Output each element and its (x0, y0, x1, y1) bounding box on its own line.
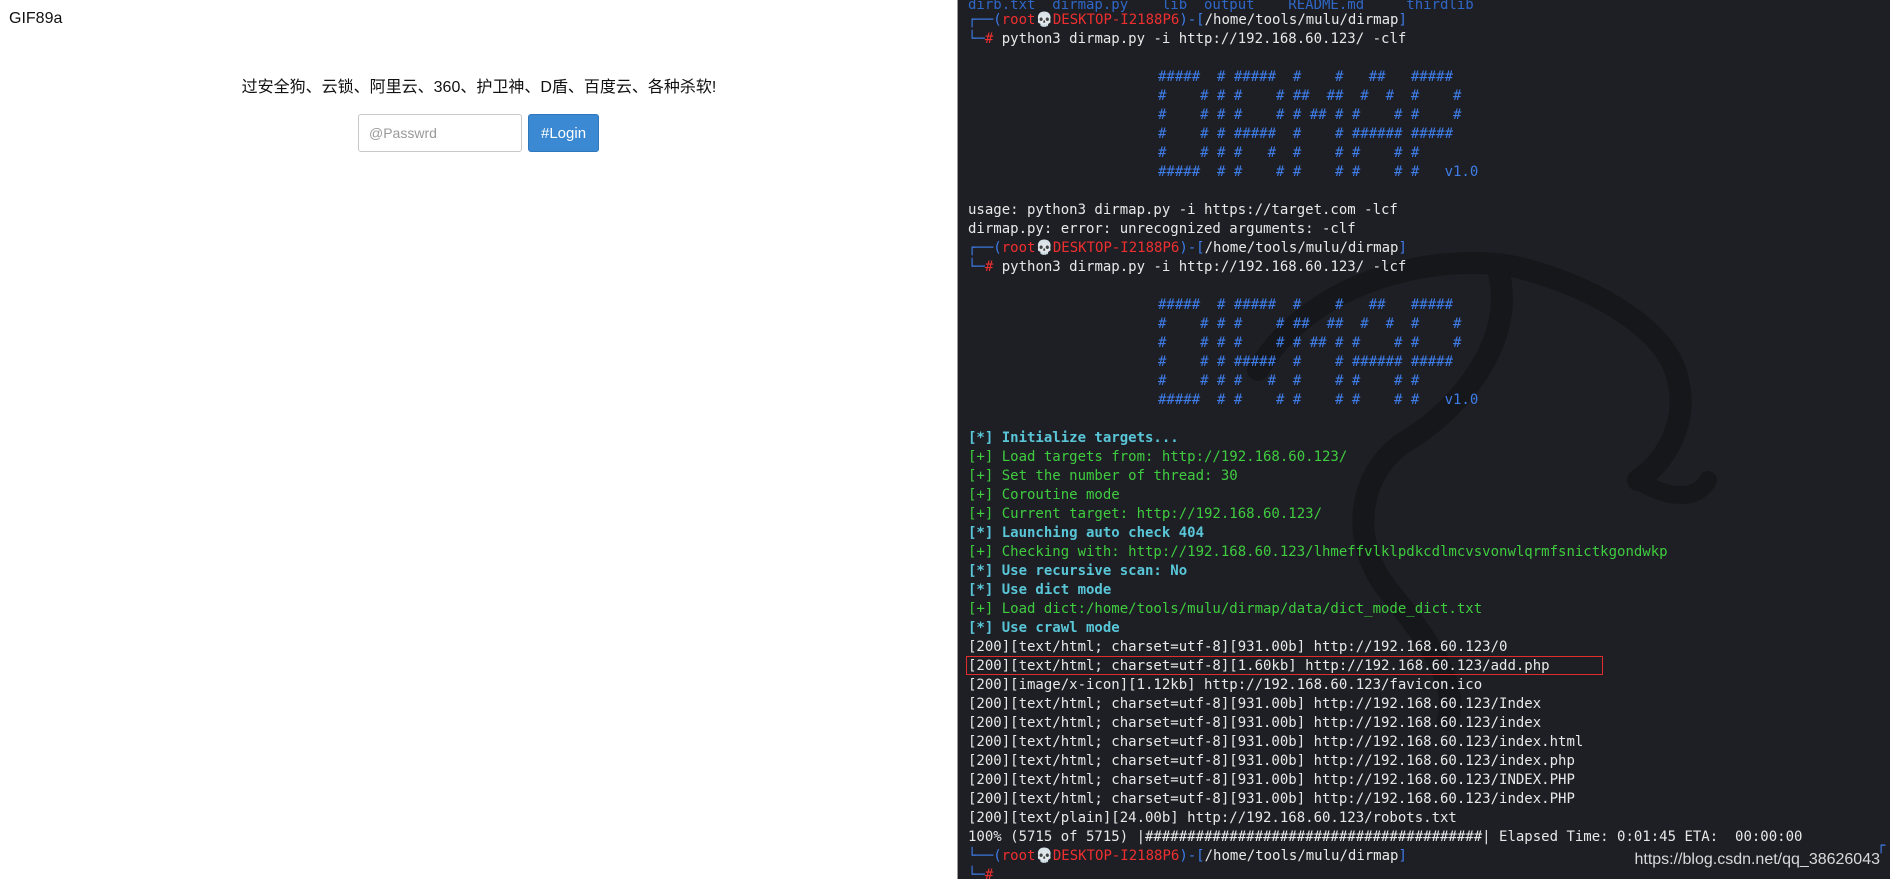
log-line: [*] Use dict mode (968, 582, 1112, 598)
result-line: [200][text/html; charset=utf-8][931.00b]… (968, 734, 1584, 750)
result-line: [200][text/html; charset=utf-8][931.00b]… (968, 772, 1575, 788)
bypass-warning-text: 过安全狗、云锁、阿里云、360、护卫神、D盾、百度云、各种杀软! (241, 79, 717, 96)
banner-line: ##### # ##### # # ## ##### (1158, 69, 1454, 85)
result-line: [200][text/plain][24.00b] http://192.168… (968, 810, 1457, 826)
log-line: [+] Checking with: http://192.168.60.123… (968, 544, 1668, 560)
terminal-prompt: ┌──(root💀DESKTOP-I2188P6)-[/home/tools/m… (968, 240, 1407, 256)
terminal-input-line[interactable]: └─# (968, 866, 993, 879)
result-line-highlighted: [200][text/html; charset=utf-8][1.60kb] … (968, 658, 1550, 674)
terminal-window[interactable]: dirb.txt dirmap.py lib output README.md … (958, 0, 1890, 879)
banner-line: # # # # # # # # # # (1158, 145, 1420, 161)
banner-line: ##### # ##### # # ## ##### (1158, 297, 1454, 313)
password-input[interactable] (358, 114, 522, 152)
banner-line: # # # # # # ## # # # # # (1158, 335, 1462, 351)
progress-line: 100% (5715 of 5715) |###################… (968, 829, 1803, 845)
log-line: [*] Use crawl mode (968, 620, 1120, 636)
log-line: [+] Current target: http://192.168.60.12… (968, 506, 1323, 522)
banner-line: # # # # # ## ## # # # # (1158, 88, 1462, 104)
log-line: [+] Coroutine mode (968, 487, 1120, 503)
log-line: [+] Load targets from: http://192.168.60… (968, 449, 1348, 465)
log-line: [+] Set the number of thread: 30 (968, 468, 1238, 484)
banner-line: # # # # # # ## # # # # # (1158, 107, 1462, 123)
log-line: [*] Use recursive scan: No (968, 563, 1188, 579)
login-button[interactable]: #Login (528, 114, 600, 152)
banner-line: # # # # # ## ## # # # # (1158, 316, 1462, 332)
banner-line: ##### # # # # # # # # v1.0 (1158, 164, 1479, 180)
terminal-command: └─# python3 dirmap.py -i http://192.168.… (968, 259, 1407, 275)
browser-page: GIF89a 过安全狗、云锁、阿里云、360、护卫神、D盾、百度云、各种杀软! … (0, 0, 958, 879)
terminal-command: └─# python3 dirmap.py -i http://192.168.… (968, 31, 1407, 47)
log-line: [*] Initialize targets... (968, 430, 1179, 446)
gif-header-text: GIF89a (9, 10, 63, 27)
result-line: [200][image/x-icon][1.12kb] http://192.1… (968, 677, 1483, 693)
result-line: [200][text/html; charset=utf-8][931.00b]… (968, 715, 1542, 731)
banner-line: ##### # # # # # # # # v1.0 (1158, 392, 1479, 408)
log-line: [*] Launching auto check 404 (968, 525, 1205, 541)
result-line: [200][text/html; charset=utf-8][931.00b]… (968, 639, 1508, 655)
usage-line: usage: python3 dirmap.py -i https://targ… (968, 202, 1398, 218)
error-line: dirmap.py: error: unrecognized arguments… (968, 221, 1356, 237)
banner-line: # # # # # # # # # # (1158, 373, 1420, 389)
result-line: [200][text/html; charset=utf-8][931.00b]… (968, 753, 1575, 769)
result-line: [200][text/html; charset=utf-8][931.00b]… (968, 791, 1575, 807)
banner-line: # # # ##### # # ###### ##### (1158, 354, 1454, 370)
csdn-watermark: https://blog.csdn.net/qq_38626043 (1634, 851, 1880, 868)
login-form: #Login (358, 114, 600, 152)
terminal-prompt: ┌──(root💀DESKTOP-I2188P6)-[/home/tools/m… (968, 12, 1407, 28)
terminal-prompt: └──(root💀DESKTOP-I2188P6)-[/home/tools/m… (968, 848, 1407, 864)
banner-line: # # # ##### # # ###### ##### (1158, 126, 1454, 142)
result-line: [200][text/html; charset=utf-8][931.00b]… (968, 696, 1542, 712)
log-line: [+] Load dict:/home/tools/mulu/dirmap/da… (968, 601, 1483, 617)
